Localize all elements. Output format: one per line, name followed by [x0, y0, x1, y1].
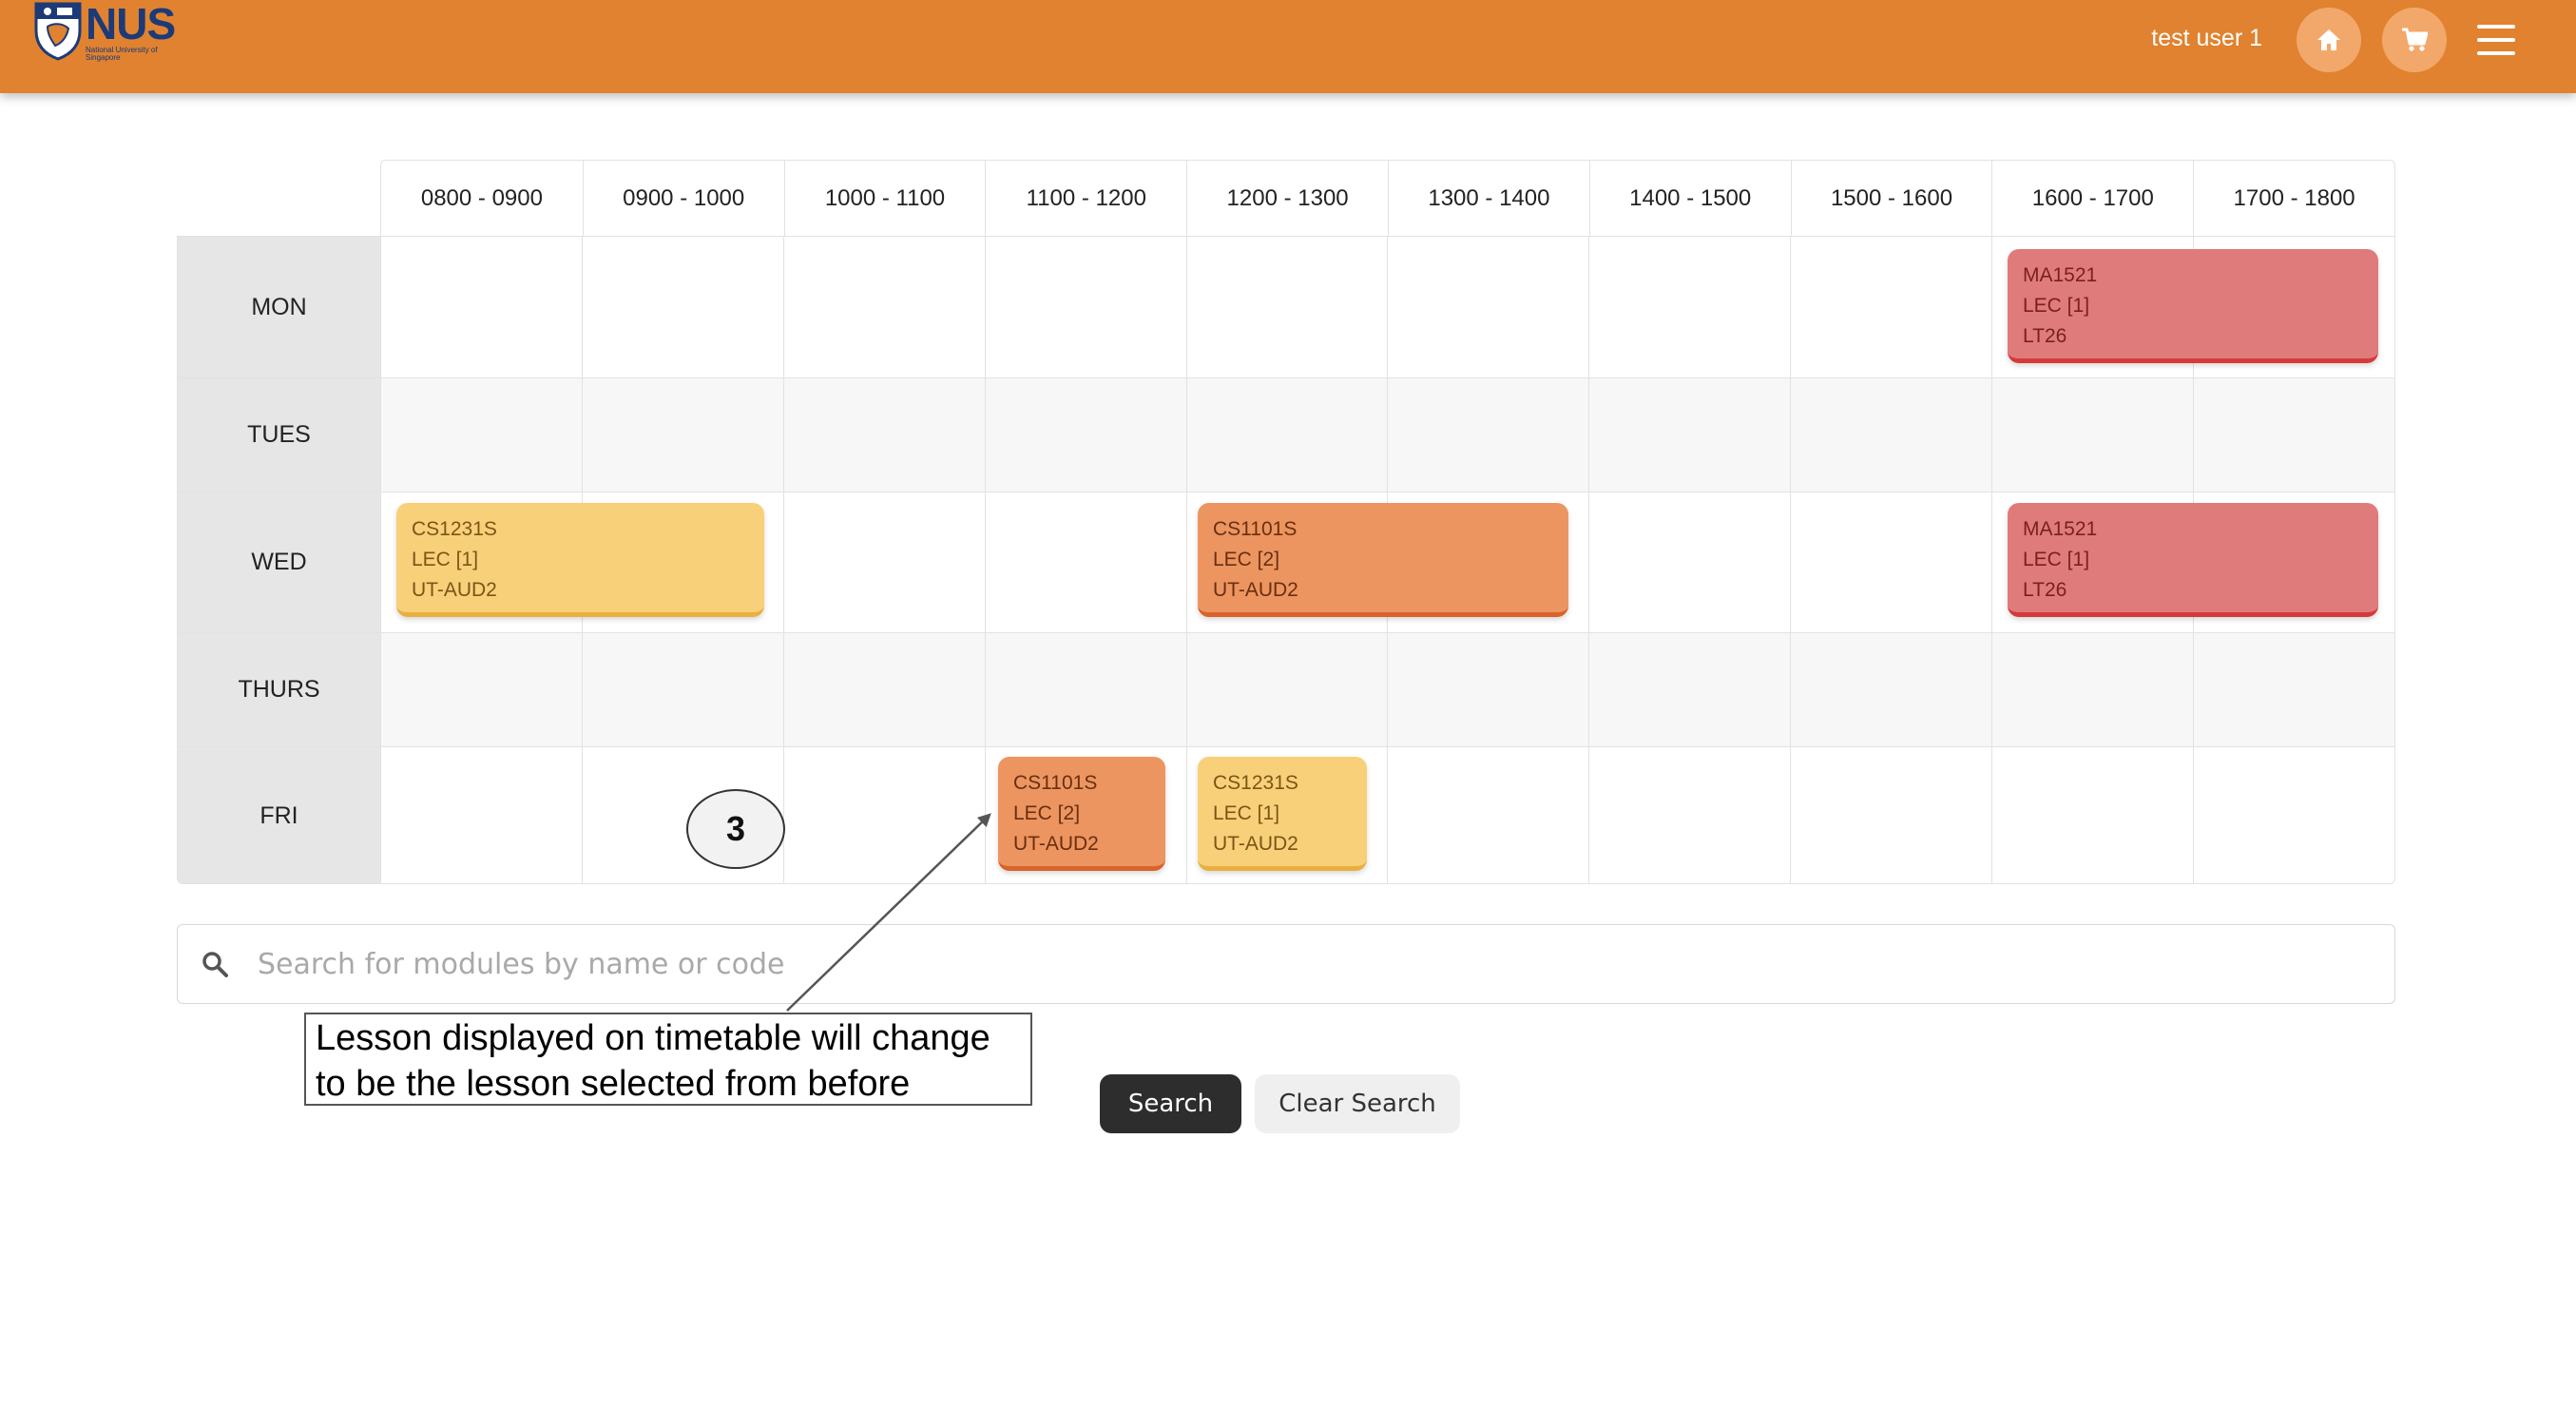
module-search-input[interactable]	[256, 946, 2347, 982]
timetable-time-header: 0800 - 0900 0900 - 1000 1000 - 1100 1100…	[380, 160, 2395, 236]
time-slot-header: 1200 - 1300	[1186, 161, 1388, 236]
lesson-venue: UT-AUD2	[1013, 833, 1099, 855]
day-row-thurs: THURS	[178, 632, 2394, 746]
cart-icon	[2402, 28, 2428, 51]
time-slot-header: 1500 - 1600	[1790, 161, 1992, 236]
lesson-block-cs1101s-fri[interactable]: CS1101S LEC [2] UT-AUD2	[998, 757, 1165, 871]
callout-line-2: to be the lesson selected from before	[316, 1064, 911, 1104]
search-button[interactable]: Search	[1100, 1074, 1241, 1133]
logo-subtitle: National University of Singapore	[86, 46, 158, 62]
day-label: MON	[178, 237, 380, 377]
lesson-venue: UT-AUD2	[1213, 579, 1298, 601]
time-slot-header: 0900 - 1000	[582, 161, 784, 236]
logo-text: NUS	[86, 0, 176, 48]
lesson-block-cs1101s-wed[interactable]: CS1101S LEC [2] UT-AUD2	[1198, 503, 1568, 617]
day-row-tues: TUES	[178, 377, 2394, 492]
lesson-code: MA1521	[2023, 264, 2098, 286]
time-slot-header: 0800 - 0900	[420, 184, 543, 211]
lesson-venue: UT-AUD2	[412, 579, 497, 601]
search-icon	[202, 952, 228, 977]
day-label: WED	[178, 492, 380, 632]
lesson-type: LEC [1]	[412, 549, 479, 570]
step-number-badge: 3	[686, 789, 785, 869]
lesson-venue: UT-AUD2	[1213, 833, 1298, 855]
lesson-type: LEC [1]	[2023, 295, 2090, 317]
lesson-code: MA1521	[2023, 518, 2098, 540]
day-label: THURS	[178, 633, 380, 746]
lesson-code: CS1101S	[1213, 518, 1298, 540]
day-label: FRI	[178, 747, 380, 883]
time-slot-header: 1300 - 1400	[1388, 161, 1589, 236]
lesson-venue: LT26	[2023, 325, 2067, 347]
lesson-block-ma1521-wed[interactable]: MA1521 LEC [1] LT26	[2008, 503, 2378, 617]
annotation-callout: Lesson displayed on timetable will chang…	[304, 1013, 1032, 1106]
callout-line-1: Lesson displayed on timetable will chang…	[316, 1018, 990, 1058]
module-search-box	[177, 924, 2395, 1004]
lesson-code: CS1101S	[1013, 772, 1098, 794]
time-slot-header: 1100 - 1200	[985, 161, 1186, 236]
cart-button[interactable]	[2382, 8, 2447, 72]
user-name[interactable]: test user 1	[2151, 25, 2262, 52]
time-slot-header: 1600 - 1700	[1991, 161, 2193, 236]
lesson-block-ma1521-mon[interactable]: MA1521 LEC [1] LT26	[2008, 249, 2378, 363]
day-label: TUES	[178, 378, 380, 492]
hamburger-menu-icon[interactable]	[2477, 25, 2515, 55]
lesson-type: LEC [2]	[1013, 802, 1081, 824]
home-icon	[2317, 29, 2340, 50]
lesson-code: CS1231S	[412, 518, 497, 540]
clear-search-button[interactable]: Clear Search	[1255, 1074, 1460, 1133]
lesson-type: LEC [2]	[1213, 549, 1280, 570]
lesson-block-cs1231s-wed[interactable]: CS1231S LEC [1] UT-AUD2	[396, 503, 764, 617]
time-slot-header: 1700 - 1800	[2193, 161, 2394, 236]
lesson-type: LEC [1]	[1213, 802, 1280, 824]
home-button[interactable]	[2297, 8, 2361, 72]
nus-logo[interactable]: NUS National University of Singapore	[34, 0, 176, 62]
lesson-type: LEC [1]	[2023, 549, 2090, 570]
nus-crest-icon	[34, 2, 82, 61]
lesson-venue: LT26	[2023, 579, 2067, 601]
lesson-block-cs1231s-fri[interactable]: CS1231S LEC [1] UT-AUD2	[1198, 757, 1367, 871]
app-header: NUS National University of Singapore tes…	[0, 0, 2576, 93]
time-slot-header: 1400 - 1500	[1588, 161, 1791, 236]
time-slot-header: 1000 - 1100	[783, 161, 986, 236]
lesson-code: CS1231S	[1213, 772, 1298, 794]
